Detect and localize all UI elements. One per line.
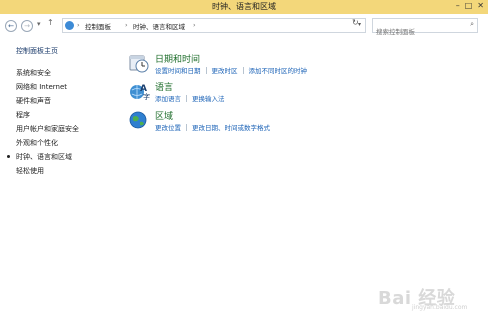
up-arrow-icon[interactable]: ↑: [47, 18, 54, 27]
breadcrumb-clock-language-region[interactable]: 时钟、语言和区域: [133, 21, 185, 31]
breadcrumb-control-panel[interactable]: 控制面板: [85, 21, 111, 31]
clock-icon: [129, 55, 149, 73]
address-bar[interactable]: › 控制面板 › 时钟、语言和区域 › ▾: [62, 18, 366, 33]
link-divider: [186, 124, 187, 131]
breadcrumb-separator-icon[interactable]: ›: [125, 21, 128, 29]
category-title[interactable]: 语言: [155, 80, 173, 93]
sidebar-item-ease-of-access[interactable]: 轻松使用: [16, 166, 44, 176]
watermark-url: jingyan.baidu.com: [412, 304, 468, 311]
change-input-method-link[interactable]: 更换输入法: [192, 95, 225, 103]
selected-bullet-icon: [7, 155, 10, 158]
close-icon[interactable]: ✕: [477, 1, 484, 10]
sidebar-item-clock-language-region[interactable]: 时钟、语言和区域: [7, 152, 72, 162]
title-bar: 时钟、语言和区域 – □ ✕: [0, 0, 488, 14]
globe-icon: [129, 111, 147, 129]
change-location-link[interactable]: 更改位置: [155, 124, 181, 132]
sidebar-item-label: 时钟、语言和区域: [16, 153, 72, 161]
add-clocks-link[interactable]: 添加不同时区的时钟: [249, 67, 308, 75]
category-links: 更改位置 更改日期、时间或数字格式: [155, 122, 270, 132]
svg-text:字: 字: [143, 92, 150, 101]
forward-arrow-icon[interactable]: →: [21, 20, 33, 32]
refresh-icon[interactable]: ↻: [352, 18, 359, 27]
search-box[interactable]: ⌕: [372, 18, 478, 38]
maximize-icon[interactable]: □: [465, 1, 473, 10]
breadcrumb-separator-icon[interactable]: ›: [77, 21, 80, 29]
search-input[interactable]: [373, 26, 464, 38]
sidebar-item-programs[interactable]: 程序: [16, 110, 30, 120]
back-arrow-icon[interactable]: ←: [5, 20, 17, 32]
breadcrumb-separator-icon[interactable]: ›: [193, 21, 196, 29]
language-icon: A 字: [130, 84, 150, 101]
category-links: 设置时间和日期 更改时区 添加不同时区的时钟: [155, 65, 307, 75]
control-panel-icon: [65, 21, 74, 30]
sidebar-item-user-accounts[interactable]: 用户帐户和家庭安全: [16, 124, 79, 134]
sidebar-item-control-panel-home[interactable]: 控制面板主页: [16, 46, 58, 56]
set-time-date-link[interactable]: 设置时间和日期: [155, 67, 201, 75]
link-divider: [205, 67, 207, 74]
sidebar-item-network-internet[interactable]: 网络和 Internet: [16, 82, 67, 92]
category-title[interactable]: 区域: [155, 109, 173, 122]
window-controls: – □ ✕: [456, 1, 484, 10]
change-date-time-number-format-link[interactable]: 更改日期、时间或数字格式: [192, 124, 270, 132]
recent-pages-icon[interactable]: ▾: [37, 20, 41, 28]
add-language-link[interactable]: 添加语言: [155, 95, 181, 103]
sidebar-item-hardware-sound[interactable]: 硬件和声音: [16, 96, 51, 106]
window-title: 时钟、语言和区域: [212, 2, 276, 11]
change-time-zone-link[interactable]: 更改时区: [212, 67, 238, 75]
category-title[interactable]: 日期和时间: [155, 52, 200, 65]
minimize-icon[interactable]: –: [456, 1, 460, 10]
link-divider: [186, 95, 187, 102]
search-icon[interactable]: ⌕: [470, 20, 474, 29]
link-divider: [242, 67, 244, 74]
category-links: 添加语言 更换输入法: [155, 93, 225, 103]
sidebar-item-appearance[interactable]: 外观和个性化: [16, 138, 58, 148]
sidebar-item-system-security[interactable]: 系统和安全: [16, 68, 51, 78]
